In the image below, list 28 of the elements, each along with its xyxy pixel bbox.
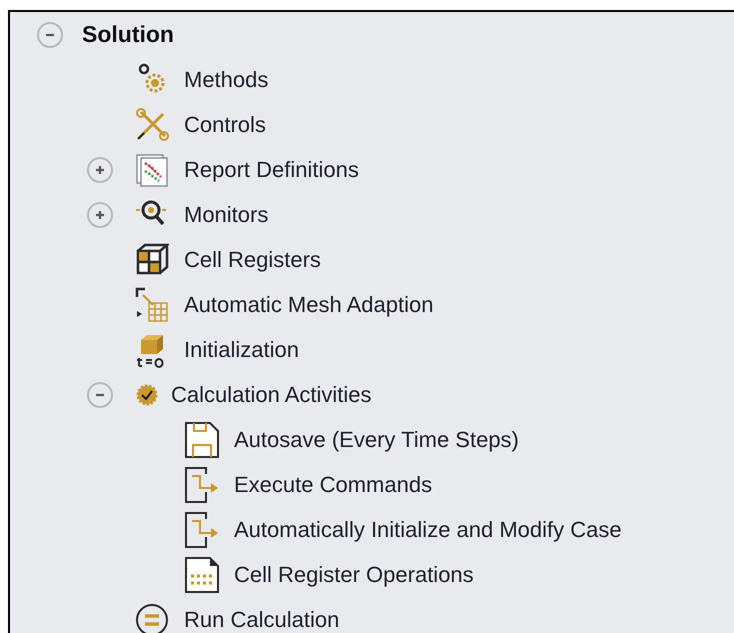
expand-button[interactable] — [87, 202, 113, 228]
tools-icon — [135, 108, 169, 142]
tree-item-label[interactable]: Calculation Activities — [171, 378, 372, 411]
plus-icon — [94, 208, 106, 220]
tree-item-label[interactable]: Monitors — [184, 198, 268, 231]
tree-item-label[interactable]: Cell Register Operations — [234, 558, 474, 591]
tree-item-label[interactable]: Solution — [82, 17, 174, 52]
collapse-button[interactable] — [37, 22, 63, 48]
document-arrow-icon — [184, 510, 220, 548]
badge-check-icon — [136, 384, 158, 406]
document-icon — [184, 556, 220, 594]
tree-item-label[interactable]: Initialization — [184, 333, 299, 366]
plus-icon — [94, 164, 106, 176]
cube-icon — [135, 242, 169, 276]
document-arrow-icon — [184, 466, 220, 504]
tree-item-label[interactable]: Run Calculation — [184, 603, 340, 633]
mesh-grid-icon — [135, 286, 169, 322]
tree-item-label[interactable]: Automatic Mesh Adaption — [184, 288, 434, 321]
tree-item-label[interactable]: Execute Commands — [234, 468, 432, 501]
tree-item-label[interactable]: Report Definitions — [184, 153, 359, 186]
chart-document-icon — [135, 152, 169, 186]
tree-item-label[interactable]: Methods — [184, 63, 268, 96]
tree-item-label[interactable]: Controls — [184, 108, 266, 141]
expand-button[interactable] — [87, 156, 113, 182]
collapse-button[interactable] — [87, 382, 113, 408]
tree-item-label[interactable]: Automatically Initialize and Modify Case — [234, 513, 622, 546]
tree-item-label[interactable]: Cell Registers — [184, 243, 321, 276]
tree-item-label[interactable]: Autosave (Every Time Steps) — [234, 423, 519, 456]
